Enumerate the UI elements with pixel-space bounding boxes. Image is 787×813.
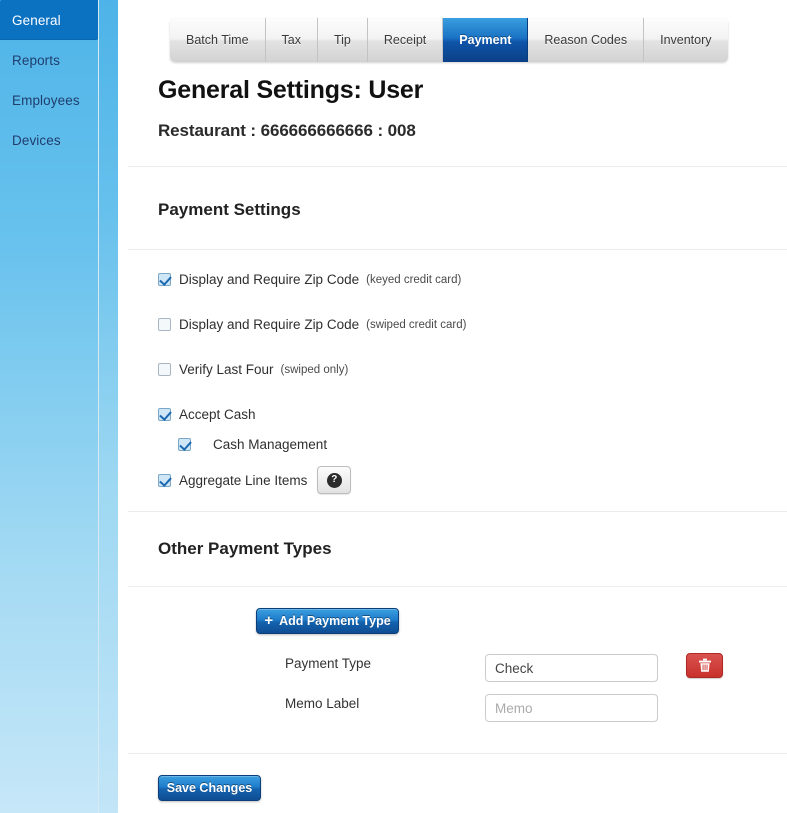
tab-label: Payment — [459, 33, 512, 47]
help-button[interactable]: ? — [317, 466, 352, 494]
payment-type-label: Payment Type — [285, 656, 372, 671]
sidebar-nav-panel: General Reports Employees Devices — [0, 0, 99, 813]
checkbox-label: Accept Cash — [179, 407, 256, 422]
sidebar-item-label: Employees — [12, 92, 80, 108]
trash-icon — [698, 658, 711, 672]
divider-top — [128, 166, 787, 167]
checkbox-label: Cash Management — [213, 437, 328, 452]
save-changes-label: Save Changes — [166, 781, 253, 795]
save-changes-button[interactable]: Save Changes — [158, 775, 261, 801]
tab-label: Inventory — [660, 33, 712, 47]
tab-label: Tip — [333, 33, 351, 47]
checkbox-row-cash-management[interactable]: Cash Management — [178, 437, 327, 452]
settings-tabbar: Batch Time Tax Tip Receipt Payment Reaso… — [170, 18, 728, 62]
checkbox-row-accept-cash[interactable]: Accept Cash — [158, 407, 256, 422]
tab-inventory[interactable]: Inventory — [644, 18, 728, 62]
tab-tax[interactable]: Tax — [265, 18, 318, 62]
checkbox-note: (swiped credit card) — [366, 318, 467, 331]
tab-label: Reason Codes — [544, 33, 628, 47]
tab-tip[interactable]: Tip — [317, 18, 368, 62]
tab-receipt[interactable]: Receipt — [367, 18, 444, 62]
add-payment-type-label: Add Payment Type — [279, 614, 391, 628]
sidebar: General Reports Employees Devices — [0, 0, 118, 813]
checkbox-label: Display and Require Zip Code — [179, 272, 360, 287]
checkbox-zip-swiped[interactable] — [158, 318, 171, 331]
payment-settings-heading: Payment Settings — [158, 200, 301, 219]
divider-other-payment-types-top — [128, 511, 787, 512]
checkbox-note: (swiped only) — [280, 363, 349, 376]
tab-batch-time[interactable]: Batch Time — [170, 18, 266, 62]
tab-reason-codes[interactable]: Reason Codes — [528, 18, 645, 62]
tab-payment[interactable]: Payment — [443, 18, 529, 62]
app-window: General Reports Employees Devices Batch … — [0, 0, 787, 813]
checkbox-label: Verify Last Four — [179, 362, 274, 377]
checkbox-cash-management[interactable] — [178, 438, 191, 451]
main-content: Batch Time Tax Tip Receipt Payment Reaso… — [118, 0, 787, 813]
tab-label: Tax — [281, 33, 301, 47]
restaurant-identifier: Restaurant : 666666666666 : 008 — [158, 121, 416, 140]
checkbox-accept-cash[interactable] — [158, 408, 171, 421]
checkbox-label: Aggregate Line Items — [179, 472, 308, 488]
sidebar-item-general[interactable]: General — [0, 0, 98, 40]
sidebar-item-label: Devices — [12, 132, 61, 148]
divider-footer — [128, 753, 787, 754]
checkbox-row-zip-swiped[interactable]: Display and Require Zip Code (swiped cre… — [158, 317, 466, 332]
plus-icon: + — [264, 612, 274, 629]
add-payment-type-button[interactable]: + Add Payment Type — [256, 608, 399, 634]
divider-payment-settings — [128, 249, 787, 250]
memo-label-input[interactable] — [485, 694, 658, 722]
checkbox-note: (keyed credit card) — [366, 273, 462, 286]
other-payment-types-heading: Other Payment Types — [158, 539, 332, 558]
tab-label: Batch Time — [186, 33, 249, 47]
sidebar-item-reports[interactable]: Reports — [0, 40, 98, 80]
page-title: General Settings: User — [158, 76, 424, 104]
sidebar-item-employees[interactable]: Employees — [0, 80, 98, 120]
tab-label: Receipt — [383, 33, 427, 47]
sidebar-item-label: General — [12, 12, 61, 28]
payment-type-input[interactable] — [485, 654, 658, 682]
checkbox-zip-keyed[interactable] — [158, 273, 171, 286]
checkbox-row-zip-keyed[interactable]: Display and Require Zip Code (keyed cred… — [158, 272, 461, 287]
sidebar-item-label: Reports — [12, 52, 60, 68]
checkbox-row-aggregate-line-items[interactable]: Aggregate Line Items ? — [158, 466, 352, 494]
question-mark-icon: ? — [326, 472, 342, 488]
memo-label-label: Memo Label — [285, 696, 360, 711]
checkbox-aggregate-line-items[interactable] — [158, 473, 171, 487]
sidebar-item-devices[interactable]: Devices — [0, 120, 98, 160]
divider-other-payment-types — [128, 586, 787, 587]
checkbox-verify-last-four[interactable] — [158, 363, 171, 376]
delete-payment-type-button[interactable] — [686, 653, 723, 678]
checkbox-row-verify-last-four[interactable]: Verify Last Four (swiped only) — [158, 362, 348, 377]
checkbox-label: Display and Require Zip Code — [179, 317, 360, 332]
